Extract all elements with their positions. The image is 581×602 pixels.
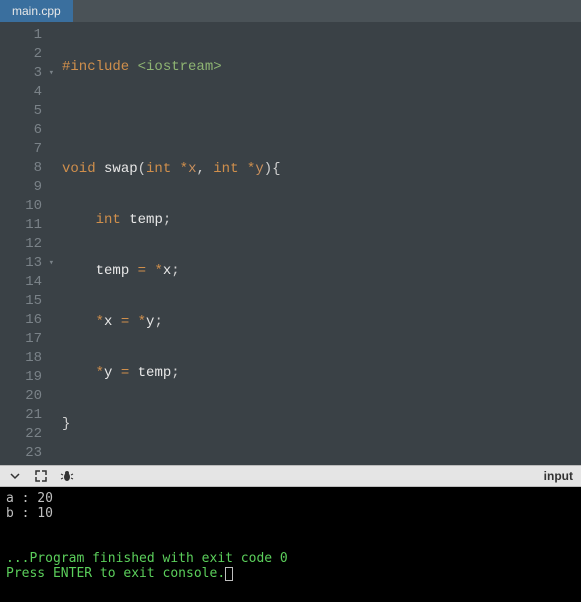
code-line: *x = *y; xyxy=(62,313,581,332)
console-cursor xyxy=(225,567,233,581)
console-line: a : 20 xyxy=(6,491,53,506)
code-line: *y = temp; xyxy=(62,364,581,383)
line-number: 7 xyxy=(0,140,50,159)
expand-icon[interactable] xyxy=(34,469,48,483)
line-number: 10 xyxy=(0,197,50,216)
console-line: b : 10 xyxy=(6,506,53,521)
line-number: 19 xyxy=(0,368,50,387)
bug-icon[interactable] xyxy=(60,469,74,483)
line-number: 17 xyxy=(0,330,50,349)
line-number: 18 xyxy=(0,349,50,368)
chevron-down-icon[interactable] xyxy=(8,469,22,483)
line-number: 14 xyxy=(0,273,50,292)
line-number: 11 xyxy=(0,216,50,235)
console-output[interactable]: a : 20 b : 10 ...Program finished with e… xyxy=(0,487,581,602)
line-number: 6 xyxy=(0,121,50,140)
line-number: 20 xyxy=(0,387,50,406)
line-number: 15 xyxy=(0,292,50,311)
line-number: 4 xyxy=(0,83,50,102)
line-number: 23 xyxy=(0,444,50,463)
code-line: void swap(int *x, int *y){ xyxy=(62,160,581,179)
code-line: } xyxy=(62,415,581,434)
console-toolbar: input xyxy=(0,465,581,487)
line-number: 9 xyxy=(0,178,50,197)
code-line: int temp; xyxy=(62,211,581,230)
console-exit-line: ...Program finished with exit code 0 xyxy=(6,551,288,566)
code-line xyxy=(62,109,581,128)
code-line: #include <iostream> xyxy=(62,58,581,77)
tab-filename: main.cpp xyxy=(12,4,61,18)
line-number: 1 xyxy=(0,26,50,45)
code-editor[interactable]: 1234567891011121314151617181920212223 #i… xyxy=(0,22,581,465)
line-number: 16 xyxy=(0,311,50,330)
line-number: 2 xyxy=(0,45,50,64)
line-number: 12 xyxy=(0,235,50,254)
line-gutter: 1234567891011121314151617181920212223 xyxy=(0,22,50,465)
code-line: temp = *x; xyxy=(62,262,581,281)
code-area[interactable]: #include <iostream> void swap(int *x, in… xyxy=(50,22,581,465)
line-number: 5 xyxy=(0,102,50,121)
line-number: 3 xyxy=(0,64,50,83)
line-number: 13 xyxy=(0,254,50,273)
input-label: input xyxy=(544,469,573,483)
console-prompt-line: Press ENTER to exit console. xyxy=(6,566,225,581)
file-tab[interactable]: main.cpp xyxy=(0,0,73,22)
line-number: 21 xyxy=(0,406,50,425)
line-number: 22 xyxy=(0,425,50,444)
tab-bar: main.cpp xyxy=(0,0,581,22)
line-number: 8 xyxy=(0,159,50,178)
